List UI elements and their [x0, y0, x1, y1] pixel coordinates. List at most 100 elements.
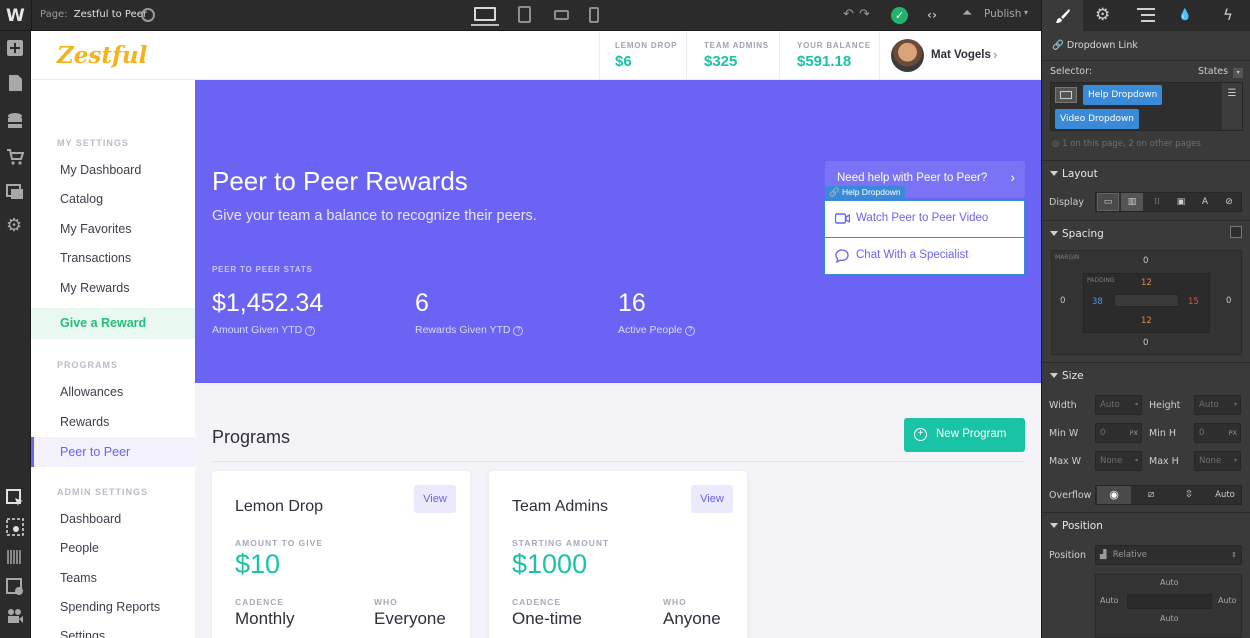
device-desktop-icon[interactable] [471, 4, 499, 26]
sidebar-item-people[interactable]: People [31, 533, 195, 563]
display-block-icon[interactable]: ▭ [1097, 193, 1119, 211]
style-panel: 🔗 Dropdown Link Selector: States ▾ Help … [1041, 31, 1250, 638]
sidebar-item-spending-reports[interactable]: Spending Reports [31, 592, 195, 622]
info-icon[interactable]: ? [513, 326, 524, 336]
sidebar-item-catalog[interactable]: Catalog [31, 184, 195, 214]
margin-left-value[interactable]: 0 [1060, 296, 1065, 306]
watch-video-link[interactable]: Watch Peer to Peer Video [825, 201, 1024, 238]
add-element-icon[interactable] [6, 39, 26, 59]
padding-top-value[interactable]: 12 [1141, 278, 1152, 288]
states-dropdown[interactable]: States ▾ [1198, 66, 1244, 78]
spacing-expand-icon[interactable] [1230, 226, 1242, 238]
padding-box: PADDING 12 38 15 12 [1083, 273, 1210, 333]
zestful-logo[interactable]: Zestful [57, 42, 147, 69]
margin-right-value[interactable]: 0 [1226, 296, 1231, 306]
assets-images-icon[interactable] [6, 182, 26, 202]
code-export-icon[interactable]: ‹› [927, 7, 945, 23]
sidebar-item-teams[interactable]: Teams [31, 563, 195, 593]
selector-field[interactable]: Help Dropdown Video Dropdown ☰ [1050, 82, 1243, 131]
interactions-drops-icon[interactable]: 💧 [1178, 6, 1196, 24]
margin-bottom-value[interactable]: 0 [1143, 338, 1148, 348]
tab-style-brush[interactable] [1042, 0, 1083, 31]
designer-topbar: W Page: Zestful to Peer ↶ ↷ ✓ ‹› ⏶ Publi… [0, 0, 1250, 31]
page-settings-icon-left[interactable] [6, 578, 26, 598]
max-height-input[interactable]: None ▾ [1194, 451, 1241, 471]
overflow-hidden-icon[interactable]: ⧄ [1134, 486, 1168, 504]
sidebar-item-my-dashboard[interactable]: My Dashboard [31, 155, 195, 185]
sidebar-item-transactions[interactable]: Transactions [31, 243, 195, 273]
sidebar-item-rewards[interactable]: Rewards [31, 407, 195, 437]
sidebar-item-peer-to-peer[interactable]: Peer to Peer [31, 437, 195, 467]
settings-gear-icon[interactable]: ⚙ [1095, 6, 1113, 24]
section-size[interactable]: Size [1042, 362, 1250, 388]
redo-icon[interactable]: ↷ [859, 8, 873, 22]
selector-chip-help-dropdown[interactable]: Help Dropdown [1083, 85, 1163, 105]
device-mobile-portrait-icon[interactable] [589, 7, 599, 23]
overflow-options[interactable]: ◉ ⧄ ⇳ Auto [1095, 485, 1242, 505]
sidebar-item-give-a-reward[interactable]: Give a Reward [31, 308, 195, 339]
device-mobile-landscape-icon[interactable] [554, 10, 569, 20]
publish-button[interactable]: ⏶ Publish ▾ [962, 6, 1034, 24]
section-position[interactable]: Position [1042, 512, 1250, 538]
info-icon[interactable]: ? [305, 326, 316, 336]
max-width-input[interactable]: None ▾ [1095, 451, 1142, 471]
padding-left-value[interactable]: 38 [1092, 297, 1103, 307]
width-input[interactable]: Auto ▾ [1095, 395, 1142, 415]
padding-right-value[interactable]: 15 [1188, 297, 1199, 307]
sidebar-item-dashboard[interactable]: Dashboard [31, 504, 195, 534]
position-right-value[interactable]: Auto [1218, 596, 1237, 605]
position-top-value[interactable]: Auto [1160, 578, 1179, 587]
sidebar-item-my-favorites[interactable]: My Favorites [31, 214, 195, 244]
designer-canvas: Zestful LEMON DROP $6 TEAM ADMINS $325 Y… [31, 31, 1041, 638]
page-settings-icon[interactable] [141, 8, 155, 22]
overflow-visible-eye-icon[interactable]: ◉ [1097, 486, 1131, 504]
margin-top-value[interactable]: 0 [1143, 256, 1148, 266]
sidebar-item-settings[interactable]: Settings [31, 621, 195, 638]
display-options[interactable]: ▭ ▥ ⁞⁞ ▣ A ⊘ [1095, 192, 1242, 212]
page-selector[interactable]: Page: Zestful to Peer [40, 9, 147, 20]
display-none-icon[interactable]: ⊘ [1218, 193, 1240, 211]
cms-database-icon[interactable] [6, 112, 26, 132]
preview-eye-icon[interactable] [6, 518, 26, 538]
selector-chip-video-dropdown[interactable]: Video Dropdown [1055, 109, 1140, 129]
view-button[interactable]: View [691, 485, 733, 513]
info-icon[interactable]: ? [685, 326, 696, 336]
video-tutorials-icon[interactable] [6, 607, 26, 627]
section-layout[interactable]: Layout [1042, 160, 1250, 186]
view-button[interactable]: View [414, 485, 456, 513]
height-input[interactable]: Auto ▾ [1194, 395, 1241, 415]
navigator-icon[interactable] [1137, 8, 1155, 22]
position-bottom-value[interactable]: Auto [1160, 614, 1179, 623]
display-inline-block-icon[interactable]: ▣ [1170, 193, 1192, 211]
position-select[interactable]: ▟ Relative ⇕ [1095, 545, 1242, 565]
webflow-logo[interactable]: W [6, 6, 26, 26]
spacing-box-model: MARGIN 0 0 0 0 PADDING 12 38 15 12 [1051, 250, 1242, 355]
audit-barcode-icon[interactable] [6, 548, 26, 568]
section-spacing[interactable]: Spacing [1042, 220, 1250, 246]
padding-bottom-value[interactable]: 12 [1141, 316, 1152, 326]
chat-specialist-link[interactable]: Chat With a Specialist [825, 238, 1024, 275]
lightning-icon[interactable]: ϟ [1223, 6, 1237, 24]
display-inline-icon[interactable]: A [1194, 193, 1216, 211]
min-width-input[interactable]: 0 PX [1095, 423, 1142, 443]
selector-tool-icon[interactable] [6, 489, 26, 509]
padding-label: PADDING [1087, 277, 1115, 284]
dropdown-item-label: Chat With a Specialist [856, 249, 969, 261]
new-program-button[interactable]: + New Program [904, 418, 1025, 452]
sidebar-item-allowances[interactable]: Allowances [31, 377, 195, 407]
user-menu[interactable]: Mat Vogels › [891, 39, 1031, 73]
ecommerce-cart-icon[interactable] [6, 148, 26, 168]
site-settings-gear-icon[interactable]: ⚙ [6, 216, 26, 236]
sidebar-item-my-rewards[interactable]: My Rewards [31, 273, 195, 303]
min-height-input[interactable]: 0 PX [1194, 423, 1241, 443]
selector-menu-icon[interactable]: ☰ [1222, 83, 1242, 130]
display-grid-icon[interactable]: ⁞⁞ [1146, 193, 1168, 211]
overflow-auto-option[interactable]: Auto [1209, 486, 1241, 504]
display-flex-icon[interactable]: ▥ [1121, 193, 1143, 211]
undo-icon[interactable]: ↶ [843, 8, 857, 22]
overflow-scroll-icon[interactable]: ⇳ [1172, 486, 1206, 504]
device-tablet-icon[interactable] [518, 6, 531, 23]
max-height-label: Max H [1149, 456, 1179, 467]
position-left-value[interactable]: Auto [1100, 596, 1119, 605]
pages-icon[interactable] [6, 74, 26, 94]
